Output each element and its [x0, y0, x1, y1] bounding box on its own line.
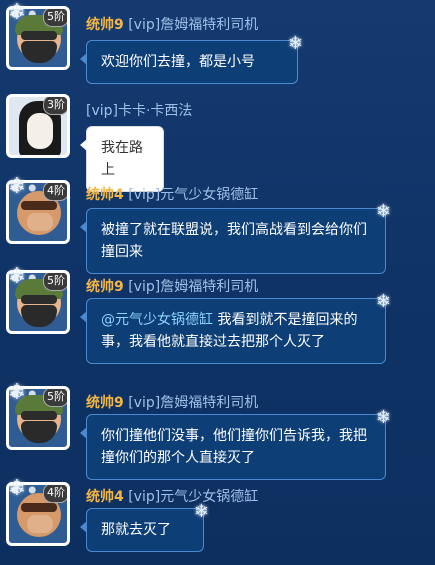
sender-name-text: [vip]詹姆福特利司机: [128, 395, 259, 411]
rank-badge: 5阶: [43, 389, 67, 407]
sender-name[interactable]: 统帅9 [vip]詹姆福特利司机: [86, 14, 258, 34]
message-bubble[interactable]: ❄ 被撞了就在联盟说，我们高战看到会给你们撞回来: [80, 201, 391, 274]
mention-link[interactable]: @元气少女锅德缸: [101, 312, 213, 328]
message-bubble[interactable]: 我在路上: [80, 126, 164, 192]
level-tag: 统帅9: [86, 395, 124, 411]
message-bubble[interactable]: ❄ 欢迎你们去撞，都是小号: [80, 33, 303, 84]
snowflake-icon: ❄: [7, 174, 27, 199]
message-text: 我在路上: [101, 140, 143, 178]
sender-name-text: [vip]元气少女锅德缸: [128, 187, 259, 203]
rank-badge: 5阶: [43, 273, 67, 291]
message-bubble[interactable]: ❄ 那就去灭了: [80, 501, 209, 552]
sender-name-text: [vip]詹姆福特利司机: [128, 17, 259, 33]
level-tag: 统帅9: [86, 17, 124, 33]
sender-name[interactable]: [vip]卡卡·卡西法: [86, 100, 192, 120]
sender-name[interactable]: 统帅9 [vip]詹姆福特利司机: [86, 392, 258, 412]
rank-badge: 3阶: [43, 97, 67, 115]
snowflake-icon: ❄: [375, 201, 391, 222]
sender-name[interactable]: 统帅4 [vip]元气少女锅德缸: [86, 486, 258, 506]
avatar-beard: [21, 41, 57, 63]
sender-name-text: [vip]詹姆福特利司机: [128, 279, 259, 295]
avatar-glasses: [21, 411, 57, 420]
snowflake-icon: ❄: [375, 407, 391, 428]
snowflake-icon: ❄: [7, 476, 27, 501]
level-tag: 统帅4: [86, 187, 124, 203]
avatar[interactable]: 3阶: [6, 94, 70, 158]
level-tag: 统帅9: [86, 279, 124, 295]
bubble-tail: [80, 311, 87, 323]
snowflake-icon: ❄: [7, 264, 27, 289]
avatar-hand: [27, 213, 53, 231]
rank-badge: 4阶: [43, 183, 67, 201]
level-tag: 统帅4: [86, 489, 124, 505]
avatar-eyes: [21, 201, 57, 210]
rank-badge: 5阶: [43, 9, 67, 27]
bubble-tail: [80, 139, 87, 151]
avatar-eyes: [21, 503, 57, 512]
avatar-beard: [21, 305, 57, 327]
avatar-glasses: [21, 31, 57, 40]
message-text: 欢迎你们去撞，都是小号: [101, 54, 255, 70]
snowflake-icon: ❄: [7, 0, 27, 25]
avatar-face: [27, 113, 53, 149]
avatar-beard: [21, 421, 57, 443]
message-text: 那就去灭了: [101, 522, 171, 538]
sender-name-text: [vip]卡卡·卡西法: [86, 103, 193, 119]
message-bubble[interactable]: ❄ 你们撞他们没事，他们撞你们告诉我，我把撞你们的那个人直接灭了: [80, 407, 391, 480]
snowflake-icon: ❄: [193, 501, 209, 522]
snowflake-icon: ❄: [7, 380, 27, 405]
avatar-hand: [27, 515, 53, 533]
sender-name[interactable]: 统帅9 [vip]詹姆福特利司机: [86, 276, 258, 296]
message-text: 你们撞他们没事，他们撞你们告诉我，我把撞你们的那个人直接灭了: [101, 428, 367, 466]
bubble-tail: [80, 427, 87, 439]
sender-name[interactable]: 统帅4 [vip]元气少女锅德缸: [86, 184, 258, 204]
message-text: 被撞了就在联盟说，我们高战看到会给你们撞回来: [101, 222, 367, 260]
snowflake-icon: ❄: [287, 33, 303, 54]
bubble-tail: [80, 53, 87, 65]
bubble-tail: [80, 221, 87, 233]
rank-badge: 4阶: [43, 485, 67, 503]
bubble-tail: [80, 521, 87, 533]
message-bubble[interactable]: ❄ @元气少女锅德缸 我看到就不是撞回来的事，我看他就直接过去把那个人灭了: [80, 291, 391, 364]
snowflake-icon: ❄: [375, 291, 391, 312]
avatar-glasses: [21, 295, 57, 304]
